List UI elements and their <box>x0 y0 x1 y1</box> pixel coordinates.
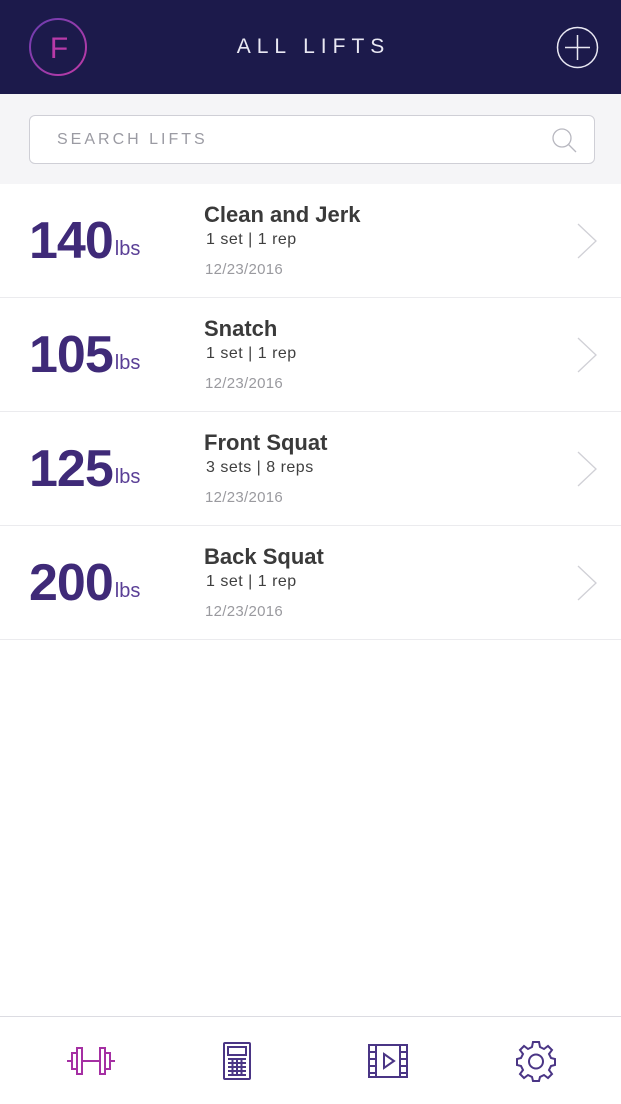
video-icon <box>368 1044 408 1078</box>
gear-icon <box>516 1041 556 1082</box>
lift-sets-reps: 1 set | 1 rep <box>206 573 297 590</box>
search-icon[interactable] <box>551 127 578 154</box>
calculator-icon <box>223 1042 251 1080</box>
lift-name: Snatch <box>204 316 278 341</box>
search-field[interactable] <box>29 115 595 164</box>
lift-weight: 125 lbs <box>29 412 140 526</box>
search-input[interactable] <box>30 116 550 163</box>
weight-value: 105 <box>29 326 114 384</box>
app-header: F ALL LIFTS <box>0 0 621 94</box>
weight-unit: lbs <box>114 238 141 260</box>
chevron-right-icon[interactable] <box>575 336 599 374</box>
tab-settings[interactable] <box>486 1017 586 1104</box>
weight-unit: lbs <box>114 352 141 374</box>
lift-name: Front Squat <box>204 430 328 455</box>
weight-value: 125 <box>29 440 114 498</box>
lift-sets-reps: 3 sets | 8 reps <box>206 459 314 476</box>
chevron-right-icon[interactable] <box>575 564 599 602</box>
weight-value: 140 <box>29 212 114 270</box>
tab-calculator[interactable] <box>187 1017 287 1104</box>
search-bar <box>0 94 621 184</box>
tab-bar <box>0 1016 621 1104</box>
tab-lifts[interactable] <box>41 1017 141 1104</box>
chevron-right-icon[interactable] <box>575 450 599 488</box>
barbell-icon <box>67 1047 115 1075</box>
lift-row-back-squat[interactable]: 200 lbs Back Squat 1 set | 1 rep 12/23/20… <box>0 526 621 640</box>
lift-list: 140 lbs Clean and Jerk 1 set | 1 rep 12/2… <box>0 184 621 640</box>
lift-row-snatch[interactable]: 105 lbs Snatch 1 set | 1 rep 12/23/2016 <box>0 298 621 412</box>
lift-weight: 105 lbs <box>29 298 140 412</box>
lift-row-clean-and-jerk[interactable]: 140 lbs Clean and Jerk 1 set | 1 rep 12/2… <box>0 184 621 298</box>
page-title: ALL LIFTS <box>236 35 391 58</box>
lift-weight: 140 lbs <box>29 184 140 298</box>
plus-circle-icon[interactable] <box>556 26 599 69</box>
lift-row-front-squat[interactable]: 125 lbs Front Squat 3 sets | 8 reps 12/23… <box>0 412 621 526</box>
lift-date: 12/23/2016 <box>205 375 284 392</box>
lift-sets-reps: 1 set | 1 rep <box>206 231 297 248</box>
lift-sets-reps: 1 set | 1 rep <box>206 345 297 362</box>
weight-value: 200 <box>29 554 114 612</box>
lift-date: 12/23/2016 <box>205 489 284 506</box>
lift-weight: 200 lbs <box>29 526 140 640</box>
weight-unit: lbs <box>114 580 141 602</box>
lift-date: 12/23/2016 <box>205 603 284 620</box>
lift-date: 12/23/2016 <box>205 261 284 278</box>
weight-unit: lbs <box>114 466 141 488</box>
lift-name: Clean and Jerk <box>204 202 361 227</box>
lift-name: Back Squat <box>204 544 324 569</box>
tab-videos[interactable] <box>338 1017 438 1104</box>
chevron-right-icon[interactable] <box>575 222 599 260</box>
